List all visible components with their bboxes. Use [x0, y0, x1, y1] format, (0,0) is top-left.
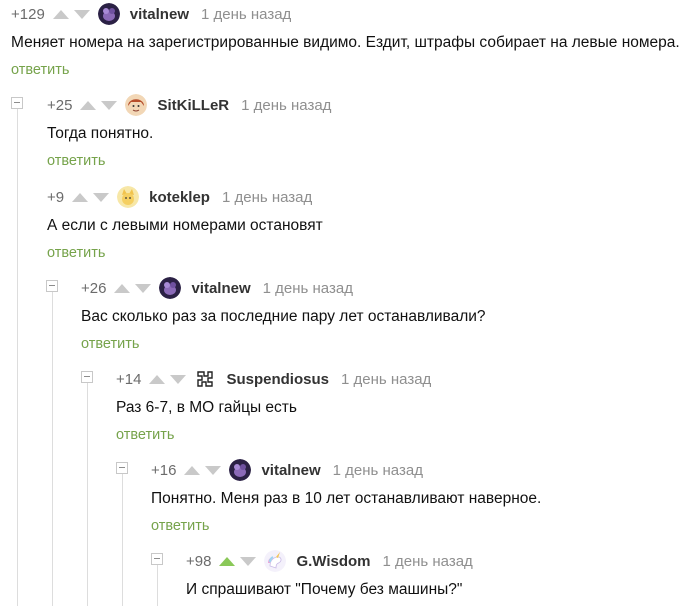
- reply-link[interactable]: ответить: [116, 427, 174, 443]
- downvote-button[interactable]: [240, 556, 257, 566]
- author-name[interactable]: G.Wisdom: [296, 553, 370, 570]
- comment-rating: +98: [186, 552, 212, 570]
- comment-time: 1 день назад: [200, 5, 292, 23]
- red-hair-avatar-icon[interactable]: [125, 94, 148, 116]
- comment-rating: +9: [47, 188, 65, 206]
- yellow-cat-avatar-icon[interactable]: [117, 186, 140, 208]
- upvote-button[interactable]: [72, 192, 89, 202]
- purple-dog-avatar-icon[interactable]: [97, 3, 120, 25]
- comment-text: Тогда понятно.: [47, 125, 154, 142]
- reply-link[interactable]: ответить: [81, 336, 139, 352]
- downvote-button[interactable]: [135, 283, 152, 293]
- comment-header: +14 Suspendiosus 1 день назад: [116, 365, 431, 393]
- comment-text: И спрашивают "Почему без машины?": [186, 581, 463, 598]
- comment-thread: +129 vitalnew 1 день назад Меняет номера…: [0, 0, 700, 606]
- downvote-button[interactable]: [93, 192, 110, 202]
- upvote-button[interactable]: [52, 9, 69, 19]
- upvote-button[interactable]: [149, 374, 166, 384]
- comment-time: 1 день назад: [241, 96, 332, 114]
- reply-link[interactable]: ответить: [47, 153, 105, 169]
- comment-header: +26 vitalnew 1 день назад: [81, 274, 353, 302]
- thread-branch-line[interactable]: [87, 383, 88, 606]
- downvote-button[interactable]: [205, 465, 222, 475]
- collapse-branch-icon[interactable]: [46, 280, 58, 292]
- author-name[interactable]: Suspendiosus: [226, 371, 329, 388]
- comment-header: +9 koteklep 1 день назад: [47, 183, 312, 211]
- author-name[interactable]: vitalnew: [191, 280, 250, 297]
- author-name[interactable]: vitalnew: [261, 462, 320, 479]
- collapse-branch-icon[interactable]: [81, 371, 93, 383]
- comment-rating: +129: [11, 5, 45, 23]
- comment-rating: +14: [116, 370, 142, 388]
- comment-time: 1 день назад: [332, 461, 423, 479]
- collapse-branch-icon[interactable]: [151, 553, 163, 565]
- upvote-button[interactable]: [184, 465, 201, 475]
- comment-text: Вас сколько раз за последние пару лет ос…: [81, 308, 486, 325]
- comment-header: +129 vitalnew 1 день назад: [11, 0, 291, 28]
- upvote-button[interactable]: [114, 283, 131, 293]
- comment-text: Понятно. Меня раз в 10 лет останавливают…: [151, 490, 542, 507]
- comment-text: Меняет номера на зарегистрированные види…: [11, 34, 680, 51]
- comment-time: 1 день назад: [262, 279, 353, 297]
- downvote-button[interactable]: [73, 9, 90, 19]
- purple-dog-avatar-icon[interactable]: [229, 459, 252, 481]
- downvote-button[interactable]: [170, 374, 187, 384]
- comment-time: 1 день назад: [382, 552, 473, 570]
- upvote-button[interactable]: [80, 100, 97, 110]
- comment-header: +16 vitalnew 1 день назад: [151, 456, 423, 484]
- purple-dog-avatar-icon[interactable]: [159, 277, 182, 299]
- comment-header: +25 SitKiLLeR 1 день назад: [47, 91, 331, 119]
- author-name[interactable]: vitalnew: [130, 6, 189, 23]
- reply-link[interactable]: ответить: [47, 245, 105, 261]
- thread-branch-line[interactable]: [157, 565, 158, 606]
- comment-header: +98 G.Wisdom 1 день назад: [186, 547, 473, 575]
- comment-rating: +26: [81, 279, 107, 297]
- unicorn-avatar-icon[interactable]: [264, 550, 287, 572]
- thread-branch-line[interactable]: [17, 109, 18, 606]
- collapse-branch-icon[interactable]: [11, 97, 23, 109]
- author-name[interactable]: SitKiLLeR: [157, 97, 229, 114]
- reply-link[interactable]: ответить: [11, 62, 69, 78]
- downvote-button[interactable]: [101, 100, 118, 110]
- thread-branch-line[interactable]: [52, 292, 53, 606]
- comment-text: А если с левыми номерами остановят: [47, 217, 323, 234]
- comment-rating: +25: [47, 96, 73, 114]
- comment-time: 1 день назад: [221, 188, 313, 206]
- comment-time: 1 день назад: [340, 370, 432, 388]
- comment-text: Раз 6-7, в МО гайцы есть: [116, 399, 297, 416]
- reply-link[interactable]: ответить: [151, 518, 209, 534]
- thread-branch-line[interactable]: [122, 474, 123, 606]
- author-name[interactable]: koteklep: [149, 189, 210, 206]
- upvote-button[interactable]: [219, 556, 236, 566]
- collapse-branch-icon[interactable]: [116, 462, 128, 474]
- comment-rating: +16: [151, 461, 177, 479]
- puzzle-logo-avatar-icon[interactable]: [194, 368, 217, 390]
